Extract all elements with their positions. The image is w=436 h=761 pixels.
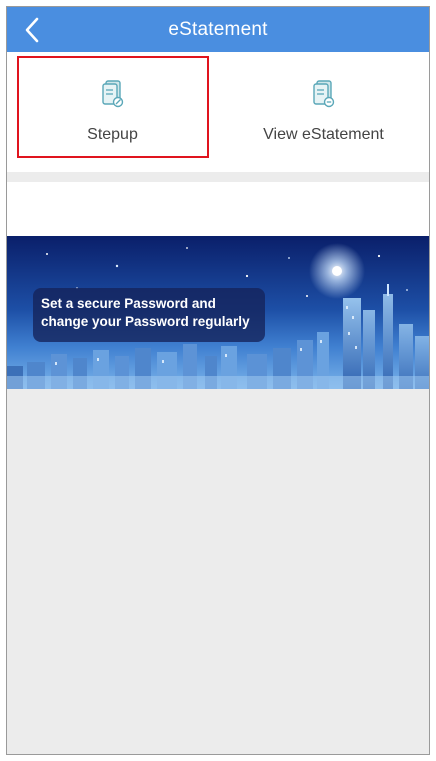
section-divider (7, 172, 429, 182)
back-button[interactable] (17, 15, 47, 45)
action-tiles: Stepup View eStatement (7, 52, 429, 172)
banner-line-1: Set a secure Password and (41, 296, 216, 311)
banner-line-2: change your Password regularly (41, 314, 250, 329)
security-banner[interactable]: Set a secure Password and change your Pa… (7, 236, 429, 389)
document-view-icon (312, 80, 334, 108)
chevron-left-icon (25, 17, 39, 43)
empty-content-area (7, 389, 429, 754)
app-header: eStatement (7, 7, 429, 52)
banner-message: Set a secure Password and change your Pa… (33, 288, 265, 342)
view-estatement-tile[interactable]: View eStatement (218, 52, 429, 172)
app-frame: eStatement Stepup View eStatement Set a … (6, 6, 430, 755)
stepup-tile[interactable]: Stepup (7, 52, 218, 172)
page-title: eStatement (168, 18, 268, 40)
blank-row (7, 182, 429, 236)
view-estatement-label: View eStatement (263, 126, 384, 143)
document-edit-icon (101, 80, 123, 108)
stepup-label: Stepup (87, 126, 138, 143)
